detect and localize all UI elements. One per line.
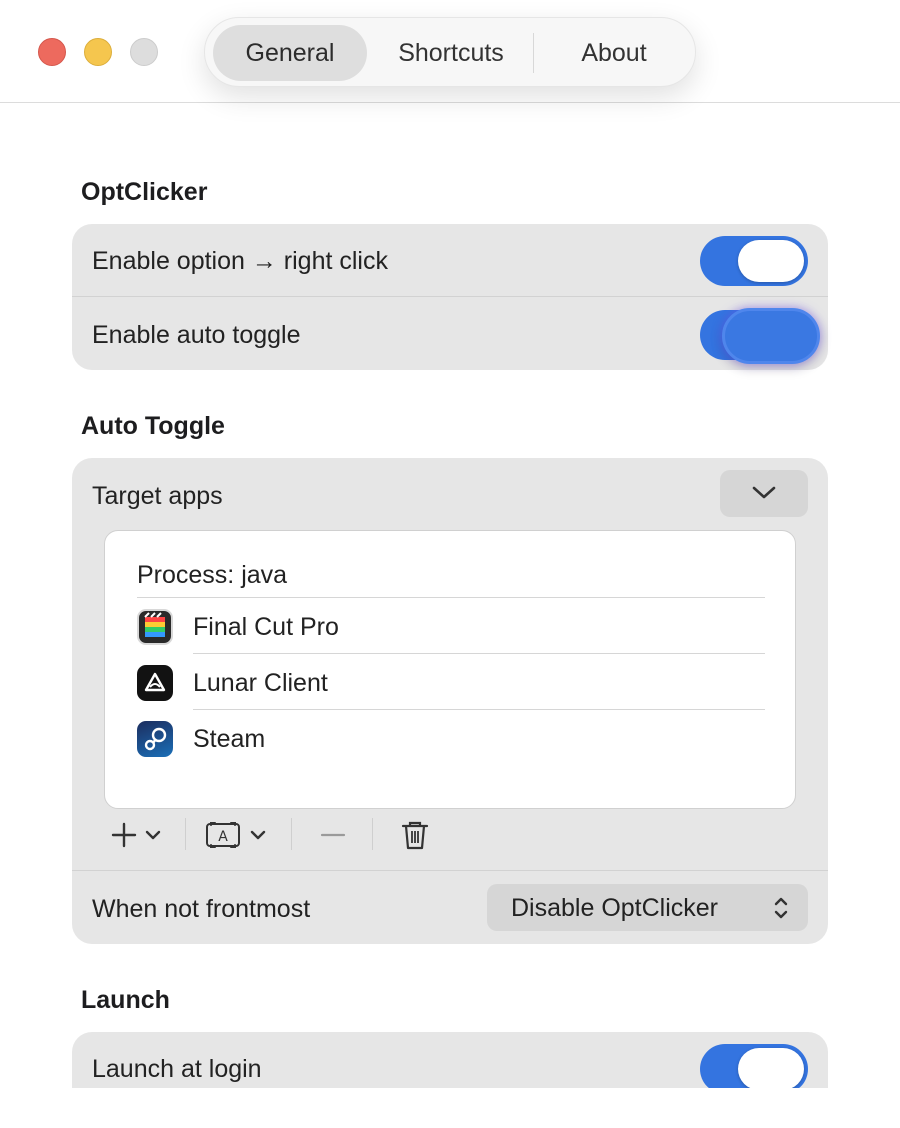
app-name: Final Cut Pro xyxy=(193,613,339,641)
row-divider xyxy=(72,296,828,297)
list-item[interactable]: Process: java xyxy=(137,547,765,603)
target-apps-list: Process: java Final Cut Pro Lunar Client… xyxy=(104,530,796,809)
app-name: Steam xyxy=(193,725,266,753)
target-apps-label: Target apps xyxy=(92,482,223,510)
settings-tab-bar: General Shortcuts About xyxy=(204,17,696,87)
launch-at-login-label: Launch at login xyxy=(92,1055,262,1083)
trash-icon xyxy=(401,821,429,850)
launch-group: Launch at login xyxy=(72,1032,828,1094)
tab-general[interactable]: General xyxy=(213,25,367,81)
enable-auto-toggle-toggle[interactable] xyxy=(700,308,820,364)
popup-selected-value: Disable OptClicker xyxy=(511,894,719,922)
auto-toggle-group: Target apps Process: java Final Cut Pro xyxy=(72,458,828,944)
list-separator xyxy=(193,709,765,710)
up-down-chevron-icon xyxy=(774,897,788,919)
target-apps-disclosure-button[interactable] xyxy=(720,470,808,517)
list-separator xyxy=(193,653,765,654)
when-not-frontmost-label: When not frontmost xyxy=(92,895,311,923)
section-title-launch: Launch xyxy=(81,986,170,1014)
lunar-client-icon xyxy=(137,665,173,701)
remove-button[interactable] xyxy=(316,818,350,852)
list-item[interactable]: Lunar Client xyxy=(137,655,765,711)
toggle-knob xyxy=(738,240,804,282)
plus-icon xyxy=(111,822,161,848)
enable-auto-toggle-label: Enable auto toggle xyxy=(92,321,301,349)
toolbar-separator xyxy=(185,818,186,850)
when-not-frontmost-popup[interactable]: Disable OptClicker xyxy=(487,884,808,931)
add-menu-button[interactable] xyxy=(110,818,166,852)
list-separator xyxy=(137,597,765,598)
window-bottom-area xyxy=(0,1088,900,1128)
list-item[interactable]: Final Cut Pro xyxy=(137,599,765,655)
optclicker-group: Enable option → right click Enable auto … xyxy=(72,224,828,370)
zoom-window-button[interactable] xyxy=(130,38,158,66)
app-selector-icon: A xyxy=(206,822,266,848)
row-divider xyxy=(72,870,828,871)
launch-at-login-toggle[interactable] xyxy=(700,1044,808,1094)
list-item[interactable]: Steam xyxy=(137,711,765,767)
svg-text:A: A xyxy=(218,829,228,845)
app-name: Lunar Client xyxy=(193,669,328,697)
section-title-auto-toggle: Auto Toggle xyxy=(81,412,225,440)
toolbar-separator xyxy=(291,818,292,850)
close-window-button[interactable] xyxy=(38,38,66,66)
tab-about[interactable]: About xyxy=(539,25,689,81)
minimize-window-button[interactable] xyxy=(84,38,112,66)
section-title-optclicker: OptClicker xyxy=(81,178,208,206)
toggle-knob xyxy=(738,1048,804,1090)
delete-button[interactable] xyxy=(398,818,432,852)
enable-option-right-click-label: Enable option → right click xyxy=(92,247,388,275)
tab-shortcuts[interactable]: Shortcuts xyxy=(375,25,527,81)
title-bar: General Shortcuts About xyxy=(0,0,900,103)
toolbar-separator xyxy=(372,818,373,850)
enable-option-right-click-toggle[interactable] xyxy=(700,236,808,286)
minus-icon xyxy=(320,833,346,837)
process-entry-text: Process: java xyxy=(137,561,288,589)
final-cut-pro-icon xyxy=(137,609,173,645)
chevron-down-icon xyxy=(752,486,776,499)
steam-icon xyxy=(137,721,173,757)
toggle-knob xyxy=(722,308,820,364)
app-selector-menu-button[interactable]: A xyxy=(205,818,271,852)
tab-separator xyxy=(533,33,534,73)
